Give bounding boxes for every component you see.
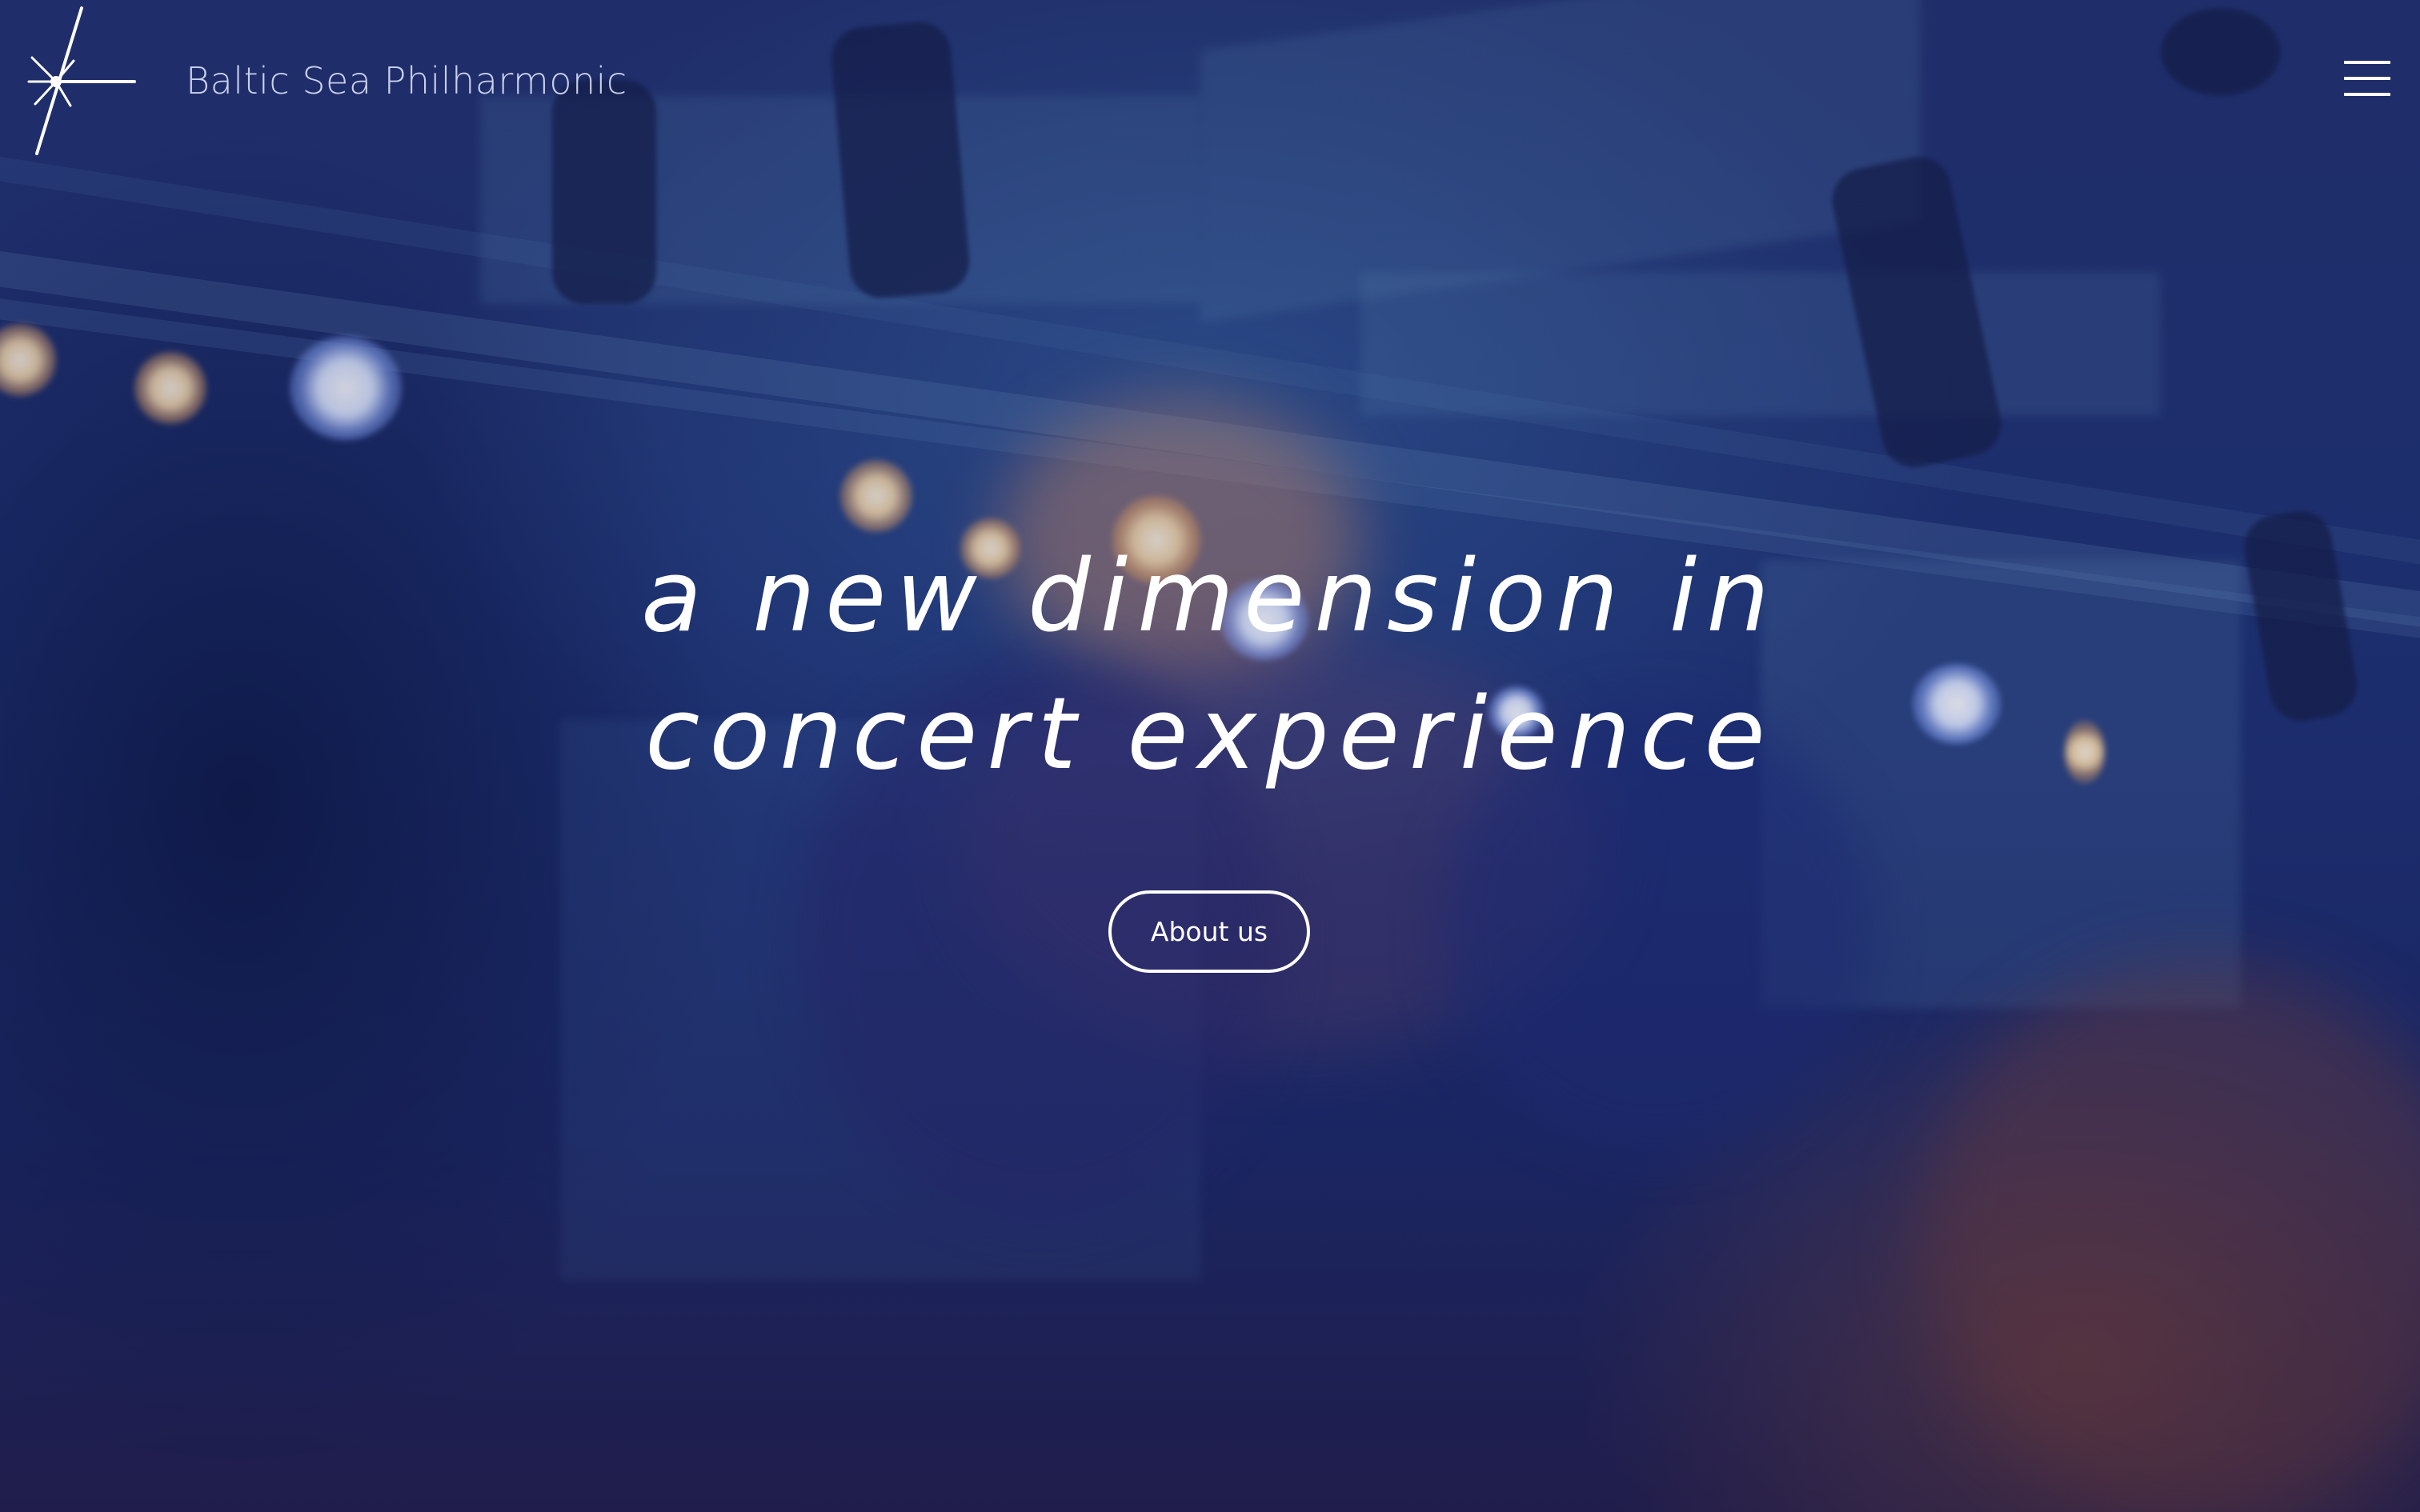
menu-bar <box>2344 77 2390 80</box>
hero-headline: a new dimension in concert experience <box>490 528 1930 803</box>
headline-line-2: concert experience <box>645 677 1775 792</box>
brand-name: Baltic Sea Philharmonic <box>186 59 627 102</box>
starburst-logo-icon[interactable] <box>26 5 138 157</box>
site-brand[interactable]: Baltic Sea Philharmonic <box>26 5 627 157</box>
headline-line-1: a new dimension in <box>641 539 1779 654</box>
about-us-button[interactable]: About us <box>1108 890 1310 973</box>
hamburger-menu-icon[interactable] <box>2344 58 2394 102</box>
menu-bar <box>2344 61 2390 64</box>
menu-bar <box>2344 93 2390 96</box>
